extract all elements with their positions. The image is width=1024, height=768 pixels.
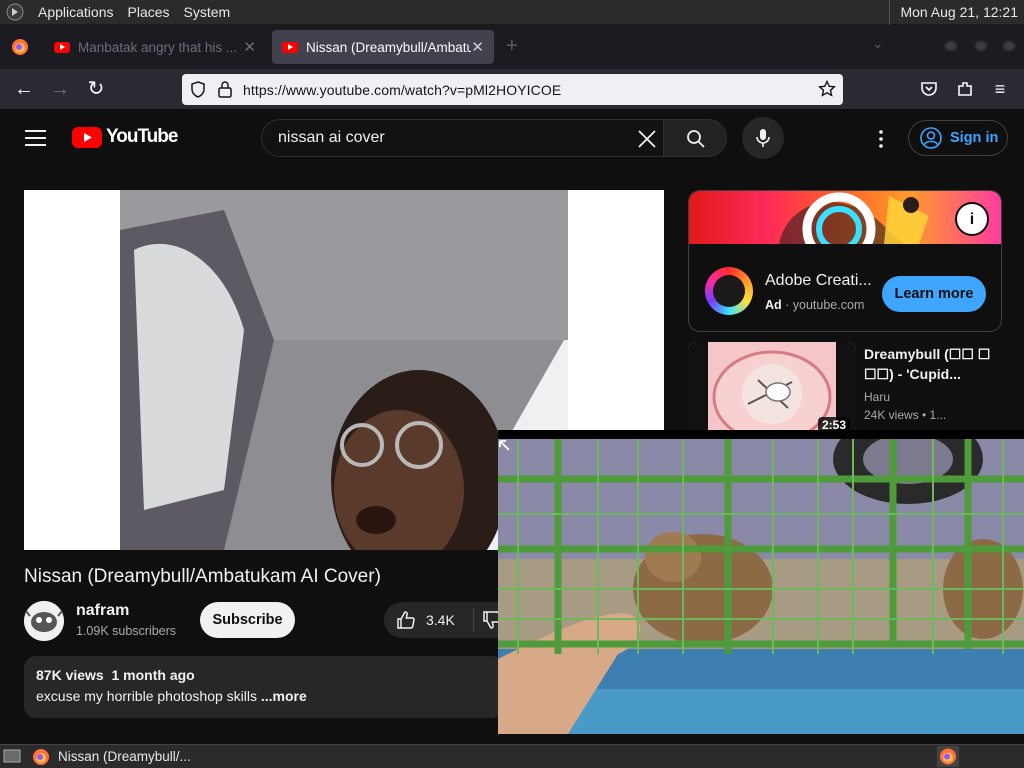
address-bar[interactable]: https://www.youtube.com/watch?v=pMl2HOYI…: [182, 74, 843, 105]
taskbar-window-title: Nissan (Dreamybull/...: [58, 749, 191, 764]
lock-icon[interactable]: [218, 81, 232, 98]
recommended-title[interactable]: Dreamybull (☐☐ ☐ ☐☐) - 'Cupid...: [864, 344, 1004, 384]
show-desktop-icon[interactable]: [3, 748, 21, 764]
maximize-window-icon[interactable]: [974, 40, 988, 52]
guide-menu-icon[interactable]: [25, 129, 47, 147]
channel-name[interactable]: nafram: [76, 602, 129, 620]
youtube-favicon-icon: [54, 41, 70, 53]
like-divider: [472, 608, 474, 632]
like-count: 3.4K: [426, 612, 455, 628]
sign-in-label: Sign in: [950, 130, 999, 146]
youtube-wordmark: YouTube: [106, 126, 178, 147]
list-tabs-icon[interactable]: ⌄: [872, 35, 884, 52]
video-title: Nissan (Dreamybull/Ambatukam AI Cover): [24, 566, 381, 587]
gnome-foot-icon: [6, 3, 24, 21]
tab-title: Manbatak angry that his ...: [78, 39, 238, 55]
tab-strip: Manbatak angry that his ... ✕ Nissan (Dr…: [0, 25, 1024, 69]
sidebar-ad[interactable]: i Adobe Creati... Ad · youtube.com Learn…: [688, 190, 1002, 332]
reload-icon[interactable]: ↻: [84, 78, 108, 102]
shield-icon[interactable]: [190, 81, 206, 98]
ad-title: Adobe Creati...: [765, 272, 872, 289]
picture-in-picture-window[interactable]: [498, 430, 1024, 734]
search-input[interactable]: nissan ai cover: [261, 119, 673, 157]
description-box[interactable]: 87K views 1 month ago excuse my horrible…: [24, 656, 504, 718]
post-date: 1 month ago: [111, 667, 195, 683]
system-top-bar: Applications Places System Mon Aug 21, 1…: [0, 0, 1024, 25]
channel-avatar[interactable]: [24, 601, 64, 641]
search-query: nissan ai cover: [278, 129, 385, 146]
firefox-tray-icon[interactable]: [937, 746, 959, 767]
recommended-channel[interactable]: Haru: [864, 390, 890, 404]
sign-in-button[interactable]: Sign in: [908, 120, 1008, 156]
youtube-favicon-icon: [282, 41, 298, 53]
ad-label: Ad: [765, 298, 782, 312]
search-button[interactable]: [663, 119, 727, 157]
microphone-icon: [756, 129, 770, 147]
ad-info-icon[interactable]: i: [955, 202, 989, 236]
pocket-icon[interactable]: [920, 80, 938, 98]
view-stats: 87K views 1 month ago: [36, 667, 195, 683]
taskbar-window-button[interactable]: Nissan (Dreamybull/...: [32, 745, 191, 768]
tab-inactive[interactable]: Manbatak angry that his ... ✕: [44, 30, 266, 64]
firefox-icon: [33, 748, 49, 765]
subscriber-count: 1.09K subscribers: [76, 624, 177, 638]
pip-expand-icon[interactable]: [498, 439, 512, 453]
applications-menu[interactable]: Applications: [38, 4, 114, 20]
search-icon: [687, 130, 705, 148]
minimize-window-icon[interactable]: [944, 40, 958, 52]
clear-search-icon[interactable]: [637, 129, 657, 149]
ad-domain: youtube.com: [792, 298, 865, 312]
firefox-view-icon[interactable]: [11, 38, 29, 56]
system-menu[interactable]: System: [184, 4, 231, 20]
forward-arrow-icon[interactable]: →: [48, 78, 72, 102]
extensions-icon[interactable]: [956, 80, 974, 98]
like-button[interactable]: 3.4K: [384, 602, 514, 638]
close-tab-icon[interactable]: ✕: [243, 38, 256, 56]
close-window-icon[interactable]: [1002, 40, 1016, 52]
recommended-meta: 24K views • 1...: [864, 408, 947, 422]
subscribe-button[interactable]: Subscribe: [200, 602, 295, 638]
ad-attribution: Ad · youtube.com: [765, 298, 865, 312]
bookmark-star-icon[interactable]: [818, 80, 836, 98]
channel-avatar-image: [24, 601, 64, 641]
url-text: https://www.youtube.com/watch?v=pMl2HOYI…: [243, 81, 562, 98]
description-text: excuse my horrible photoshop skills ...m…: [36, 688, 307, 704]
youtube-play-icon: [72, 126, 102, 148]
learn-more-button[interactable]: Learn more: [882, 276, 986, 312]
hamburger-menu-icon[interactable]: ≡: [988, 78, 1012, 102]
account-icon: [920, 127, 942, 149]
view-count: 87K views: [36, 667, 104, 683]
clock[interactable]: Mon Aug 21, 12:21: [889, 0, 1024, 25]
show-more-link[interactable]: ...more: [261, 688, 307, 704]
youtube-logo[interactable]: YouTube: [72, 126, 178, 148]
voice-search-button[interactable]: [742, 117, 784, 159]
adobe-cc-logo-icon: [705, 267, 753, 315]
description-snippet: excuse my horrible photoshop skills: [36, 688, 261, 704]
close-tab-icon[interactable]: ✕: [471, 38, 484, 56]
pip-video-frame: [498, 439, 1024, 734]
tab-active[interactable]: Nissan (Dreamybull/Ambatu ✕: [272, 30, 494, 64]
tab-title: Nissan (Dreamybull/Ambatu: [306, 39, 472, 55]
thumbs-up-icon: [397, 611, 415, 629]
new-tab-icon[interactable]: +: [506, 35, 518, 58]
places-menu[interactable]: Places: [128, 4, 170, 20]
more-vertical-icon[interactable]: [871, 129, 891, 149]
bottom-taskbar: Nissan (Dreamybull/...: [0, 744, 1024, 768]
back-arrow-icon[interactable]: ←: [12, 78, 36, 102]
